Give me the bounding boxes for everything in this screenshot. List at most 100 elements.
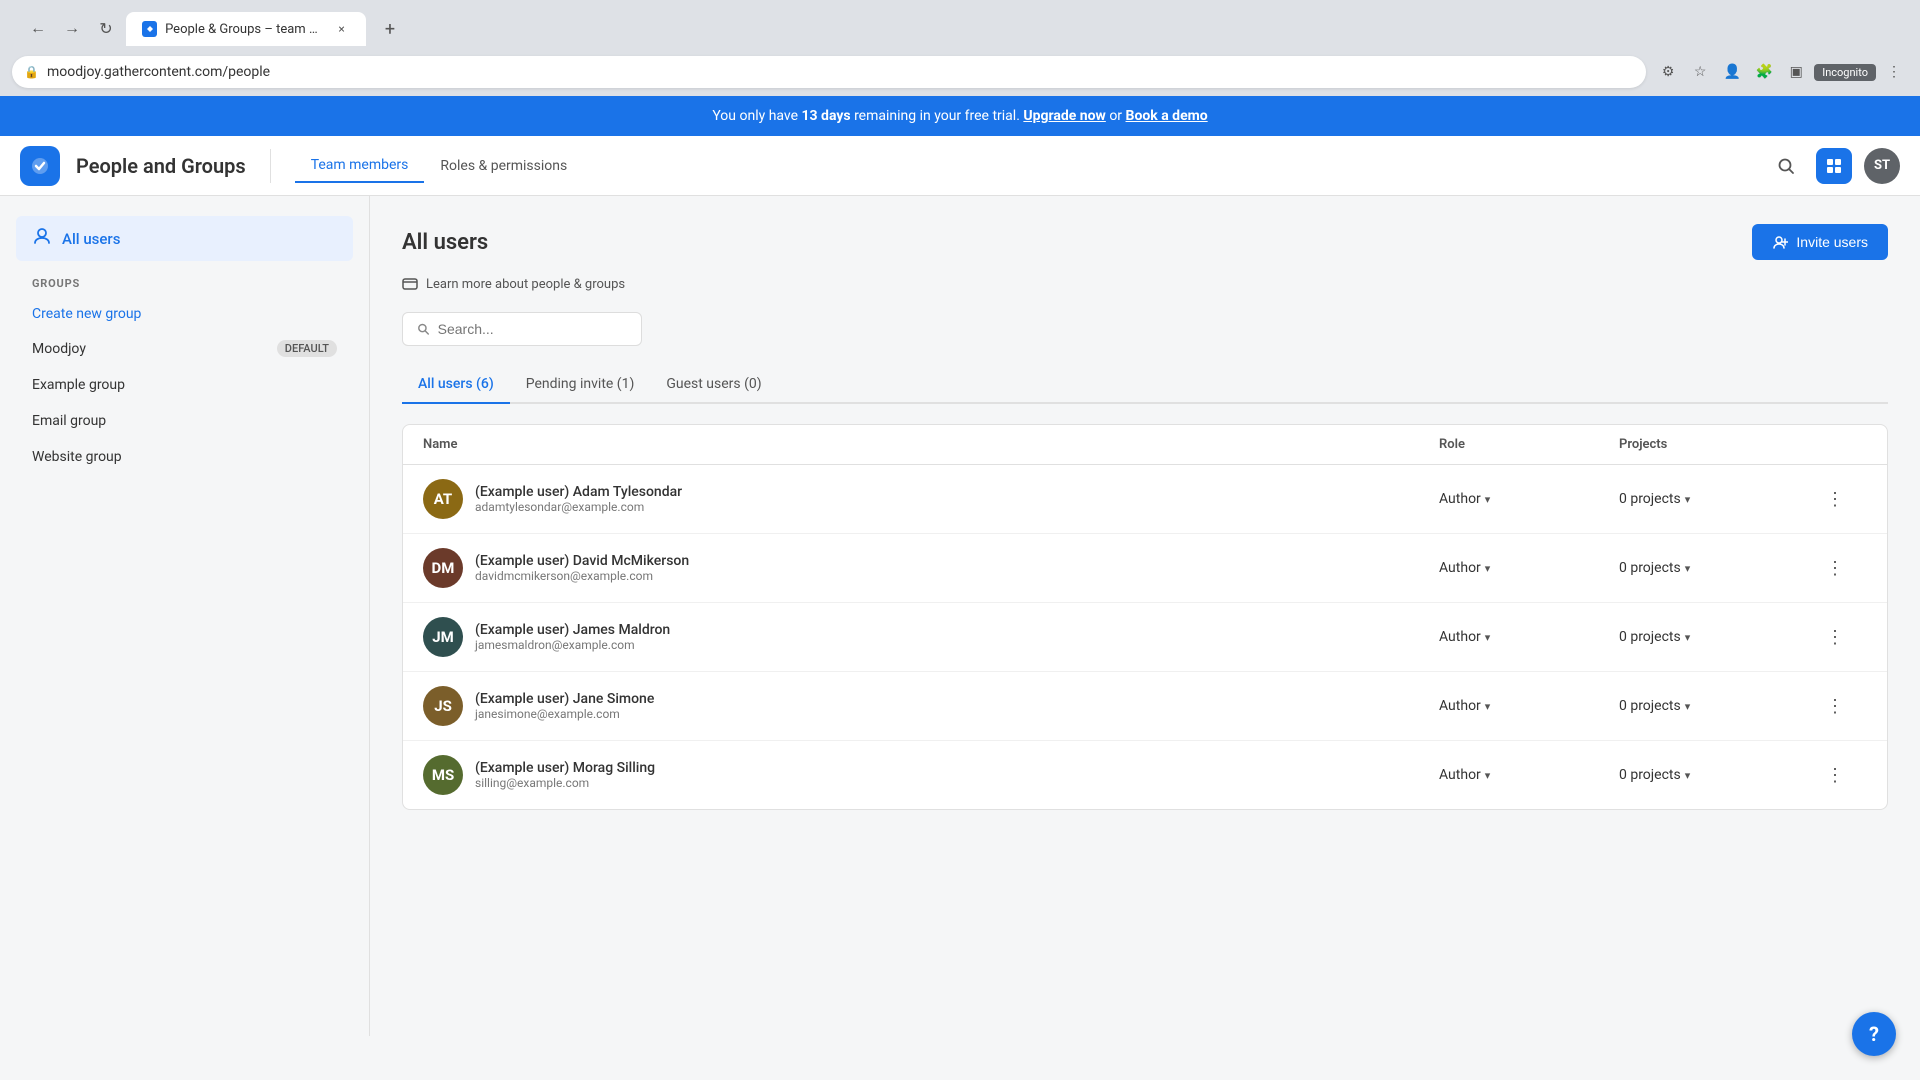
upgrade-now-link[interactable]: Upgrade now — [1023, 108, 1105, 124]
tab-guest-users[interactable]: Guest users (0) — [650, 366, 777, 404]
group-item-moodjoy[interactable]: Moodjoy DEFAULT — [16, 330, 353, 367]
content-header: All users Invite users — [402, 224, 1888, 260]
reload-button[interactable]: ↻ — [92, 15, 120, 43]
projects-chevron-jane[interactable]: ▾ — [1685, 700, 1691, 713]
more-options-button[interactable]: ⋮ — [1880, 58, 1908, 86]
avatar-morag: MS — [423, 755, 463, 795]
projects-morag[interactable]: 0 projects ▾ — [1619, 767, 1819, 783]
apps-button[interactable] — [1816, 148, 1852, 184]
user-details-david: (Example user) David McMikerson davidmcm… — [475, 553, 689, 583]
search-icon — [417, 322, 430, 336]
sidebar-item-all-users[interactable]: All users — [16, 216, 353, 261]
learn-more-text: Learn more about people & groups — [426, 277, 625, 292]
all-users-label: All users — [62, 230, 120, 248]
col-header-projects: Projects — [1619, 437, 1819, 452]
tab-all-users[interactable]: All users (6) — [402, 366, 510, 404]
banner-text-middle: remaining in your free trial. — [854, 108, 1023, 124]
browser-chrome: ← → ↻ People & Groups – team mem… × + 🔒 … — [0, 0, 1920, 96]
more-options-david[interactable]: ⋮ — [1819, 552, 1851, 584]
projects-chevron-morag[interactable]: ▾ — [1685, 769, 1691, 782]
table-row: JM (Example user) James Maldron jamesmal… — [403, 603, 1887, 672]
user-name-morag: (Example user) Morag Silling — [475, 760, 655, 776]
user-icon — [32, 226, 52, 251]
bookmark-button[interactable]: ☆ — [1686, 58, 1714, 86]
user-email-james: jamesmaldron@example.com — [475, 638, 670, 652]
nav-team-members[interactable]: Team members — [295, 149, 425, 183]
role-chevron-david[interactable]: ▾ — [1485, 562, 1491, 575]
more-options-adam[interactable]: ⋮ — [1819, 483, 1851, 515]
role-adam[interactable]: Author ▾ — [1439, 491, 1619, 507]
role-chevron-adam[interactable]: ▾ — [1485, 493, 1491, 506]
role-morag[interactable]: Author ▾ — [1439, 767, 1619, 783]
more-options-morag[interactable]: ⋮ — [1819, 759, 1851, 791]
user-details-jane: (Example user) Jane Simone janesimone@ex… — [475, 691, 654, 721]
book-demo-link[interactable]: Book a demo — [1126, 108, 1208, 124]
create-new-group-link[interactable]: Create new group — [16, 298, 353, 330]
search-button[interactable] — [1768, 148, 1804, 184]
search-input[interactable] — [438, 321, 627, 337]
url-text[interactable]: moodjoy.gathercontent.com/people — [47, 64, 1634, 80]
banner-or: or — [1109, 108, 1125, 124]
extensions-button[interactable]: ⚙ — [1654, 58, 1682, 86]
role-david[interactable]: Author ▾ — [1439, 560, 1619, 576]
user-info-james: JM (Example user) James Maldron jamesmal… — [423, 617, 1439, 657]
projects-chevron-james[interactable]: ▾ — [1685, 631, 1691, 644]
app-header: People and Groups Team members Roles & p… — [0, 136, 1920, 196]
projects-james[interactable]: 0 projects ▾ — [1619, 629, 1819, 645]
avatar-david: DM — [423, 548, 463, 588]
user-info-jane: JS (Example user) Jane Simone janesimone… — [423, 686, 1439, 726]
user-name-jane: (Example user) Jane Simone — [475, 691, 654, 707]
projects-jane[interactable]: 0 projects ▾ — [1619, 698, 1819, 714]
group-item-email[interactable]: Email group — [16, 403, 353, 439]
user-name-adam: (Example user) Adam Tylesondar — [475, 484, 682, 500]
projects-chevron-adam[interactable]: ▾ — [1685, 493, 1691, 506]
address-bar[interactable]: 🔒 moodjoy.gathercontent.com/people — [12, 56, 1646, 88]
close-tab-button[interactable]: × — [333, 20, 350, 38]
app-logo[interactable] — [20, 146, 60, 186]
more-options-james[interactable]: ⋮ — [1819, 621, 1851, 653]
sidebar: All users GROUPS Create new group Moodjo… — [0, 196, 370, 1036]
role-james[interactable]: Author ▾ — [1439, 629, 1619, 645]
active-tab[interactable]: People & Groups – team mem… × — [126, 12, 366, 46]
avatar-jane: JS — [423, 686, 463, 726]
projects-chevron-david[interactable]: ▾ — [1685, 562, 1691, 575]
role-chevron-jane[interactable]: ▾ — [1485, 700, 1491, 713]
avatar-adam: AT — [423, 479, 463, 519]
role-chevron-morag[interactable]: ▾ — [1485, 769, 1491, 782]
banner-days: 13 days — [802, 108, 851, 124]
new-tab-button[interactable]: + — [376, 15, 404, 43]
address-bar-row: 🔒 moodjoy.gathercontent.com/people ⚙ ☆ 👤… — [0, 52, 1920, 96]
tab-favicon — [142, 21, 157, 37]
back-button[interactable]: ← — [24, 15, 52, 43]
puzzle-button[interactable]: 🧩 — [1750, 58, 1778, 86]
learn-more-link[interactable]: Learn more about people & groups — [402, 276, 1888, 292]
projects-david[interactable]: 0 projects ▾ — [1619, 560, 1819, 576]
more-options-jane[interactable]: ⋮ — [1819, 690, 1851, 722]
header-actions: ST — [1768, 148, 1900, 184]
group-name-website: Website group — [32, 449, 122, 465]
nav-roles-permissions[interactable]: Roles & permissions — [424, 150, 583, 182]
role-chevron-james[interactable]: ▾ — [1485, 631, 1491, 644]
group-item-example[interactable]: Example group — [16, 367, 353, 403]
user-email-david: davidmcmikerson@example.com — [475, 569, 689, 583]
role-jane[interactable]: Author ▾ — [1439, 698, 1619, 714]
group-name-email: Email group — [32, 413, 106, 429]
user-tabs: All users (6) Pending invite (1) Guest u… — [402, 366, 1888, 404]
main-layout: All users GROUPS Create new group Moodjo… — [0, 196, 1920, 1036]
avatar-james: JM — [423, 617, 463, 657]
forward-button[interactable]: → — [58, 15, 86, 43]
tab-title: People & Groups – team mem… — [165, 22, 325, 37]
user-name-james: (Example user) James Maldron — [475, 622, 670, 638]
default-badge: DEFAULT — [277, 340, 337, 357]
table-row: AT (Example user) Adam Tylesondar adamty… — [403, 465, 1887, 534]
user-avatar-button[interactable]: ST — [1864, 148, 1900, 184]
tab-pending-invite[interactable]: Pending invite (1) — [510, 366, 651, 404]
user-email-jane: janesimone@example.com — [475, 707, 654, 721]
help-button[interactable]: ? — [1852, 1012, 1896, 1056]
search-box — [402, 312, 642, 346]
profile-button[interactable]: 👤 — [1718, 58, 1746, 86]
sidebar-button[interactable]: ▣ — [1782, 58, 1810, 86]
group-item-website[interactable]: Website group — [16, 439, 353, 475]
projects-adam[interactable]: 0 projects ▾ — [1619, 491, 1819, 507]
invite-users-button[interactable]: Invite users — [1752, 224, 1888, 260]
